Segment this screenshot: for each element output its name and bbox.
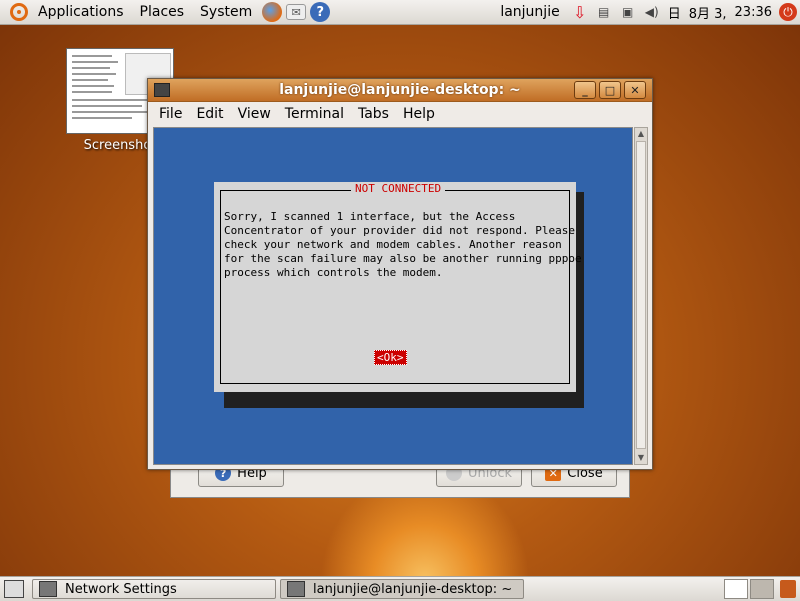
pppoe-dialog: NOT CONNECTED Sorry, I scanned 1 interfa… — [214, 182, 582, 392]
firefox-icon[interactable] — [262, 2, 283, 22]
help-icon[interactable]: ? — [310, 2, 331, 22]
menu-edit[interactable]: Edit — [189, 106, 230, 122]
bottom-panel: Network Settings lanjunjie@lanjunjie-des… — [0, 576, 800, 601]
menu-view[interactable]: View — [231, 106, 278, 122]
power-icon[interactable]: ⏻ — [779, 3, 797, 21]
menu-file[interactable]: File — [152, 106, 189, 122]
workspace-1[interactable] — [724, 579, 748, 599]
workspace-2[interactable] — [750, 579, 774, 599]
menu-tabs[interactable]: Tabs — [351, 106, 396, 122]
terminal-menubar: File Edit View Terminal Tabs Help — [148, 102, 652, 126]
scroll-down-icon[interactable]: ▼ — [635, 452, 647, 464]
clock-day[interactable]: 日 — [664, 3, 685, 22]
clock-date[interactable]: 8月 3, — [685, 3, 731, 22]
network-icon[interactable]: ▣ — [619, 4, 637, 20]
close-window-button[interactable]: ✕ — [624, 81, 646, 99]
maximize-button[interactable]: □ — [599, 81, 621, 99]
mail-icon[interactable]: ✉ — [286, 4, 307, 20]
clock-time[interactable]: 23:36 — [731, 5, 776, 20]
ubuntu-logo-icon[interactable] — [10, 3, 28, 21]
trash-icon[interactable] — [780, 580, 796, 598]
minimize-button[interactable]: _ — [574, 81, 596, 99]
dialog-title: NOT CONNECTED — [351, 182, 446, 195]
user-switcher[interactable]: lanjunjie — [492, 0, 567, 24]
top-panel: Applications Places System ✉ ? lanjunjie… — [0, 0, 800, 25]
printer-icon[interactable]: ▤ — [595, 4, 613, 20]
terminal-icon — [287, 581, 305, 597]
menu-system[interactable]: System — [192, 0, 260, 24]
terminal-screen[interactable]: NOT CONNECTED Sorry, I scanned 1 interfa… — [153, 127, 633, 465]
scroll-up-icon[interactable]: ▲ — [635, 128, 647, 140]
network-settings-icon — [39, 581, 57, 597]
terminal-window: lanjunjie@lanjunjie-desktop: ~ _ □ ✕ Fil… — [147, 78, 653, 470]
menu-terminal[interactable]: Terminal — [278, 106, 351, 122]
menu-places[interactable]: Places — [132, 0, 193, 24]
terminal-scrollbar[interactable]: ▲ ▼ — [634, 127, 648, 465]
menu-help[interactable]: Help — [396, 106, 442, 122]
taskbar-terminal[interactable]: lanjunjie@lanjunjie-desktop: ~ — [280, 579, 524, 599]
window-titlebar[interactable]: lanjunjie@lanjunjie-desktop: ~ _ □ ✕ — [148, 79, 652, 102]
menu-applications[interactable]: Applications — [30, 0, 132, 24]
volume-icon[interactable]: ◀) — [643, 4, 661, 20]
update-notifier-icon[interactable]: ⇩ — [571, 3, 589, 22]
ok-button[interactable]: <Ok> — [374, 350, 407, 365]
scroll-thumb[interactable] — [636, 141, 646, 449]
taskbar-network-settings[interactable]: Network Settings — [32, 579, 276, 599]
show-desktop-icon[interactable] — [4, 580, 24, 598]
dialog-message: Sorry, I scanned 1 interface, but the Ac… — [224, 210, 582, 279]
